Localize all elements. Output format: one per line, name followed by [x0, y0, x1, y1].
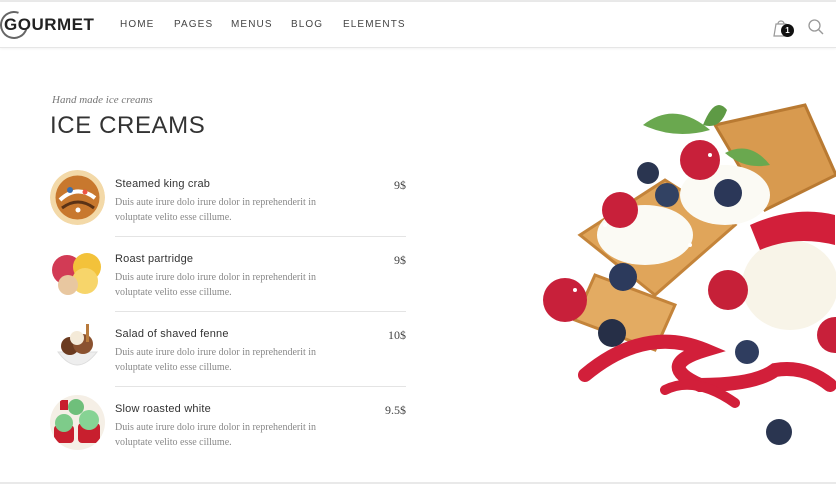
- divider: [115, 236, 406, 237]
- item-thumbnail: [50, 170, 105, 225]
- menu-item[interactable]: Roast partridge Duis aute irure dolo iru…: [50, 245, 406, 307]
- item-price: 10$: [388, 328, 406, 342]
- item-description: Duis aute irure dolo irure dolor in repr…: [115, 197, 317, 223]
- menu-item[interactable]: Salad of shaved fenne Duis aute irure do…: [50, 320, 406, 382]
- nav-item-home[interactable]: HOME: [120, 19, 174, 30]
- item-thumbnail: [50, 320, 105, 375]
- menu-item[interactable]: Slow roasted white Duis aute irure dolo …: [50, 395, 406, 457]
- cart-count-badge: 1: [781, 24, 794, 37]
- menu-item[interactable]: Steamed king crab Duis aute irure dolo i…: [50, 170, 406, 232]
- item-price: 9.5$: [385, 403, 406, 417]
- dessert-image: [535, 85, 836, 455]
- divider: [115, 311, 406, 312]
- item-thumbnail: [50, 245, 105, 300]
- item-name: Steamed king crab: [115, 178, 211, 190]
- nav-item-blog[interactable]: BLOG: [291, 19, 343, 30]
- divider: [115, 386, 406, 387]
- item-description: Duis aute irure dolo irure dolor in repr…: [115, 422, 317, 448]
- nav-item-elements[interactable]: ELEMENTS: [343, 19, 405, 30]
- site-header: GOURMET HOME PAGES MENUS BLOG ELEMENTS 1: [0, 2, 836, 48]
- logo[interactable]: GOURMET: [0, 6, 100, 44]
- main-nav: HOME PAGES MENUS BLOG ELEMENTS: [120, 19, 405, 30]
- nav-item-menus[interactable]: MENUS: [231, 19, 291, 30]
- item-name: Salad of shaved fenne: [115, 328, 229, 340]
- item-description: Duis aute irure dolo irure dolor in repr…: [115, 347, 317, 373]
- search-icon[interactable]: [807, 18, 825, 36]
- nav-item-pages[interactable]: PAGES: [174, 19, 231, 30]
- item-description: Duis aute irure dolo irure dolor in repr…: [115, 272, 317, 298]
- item-thumbnail: [50, 395, 105, 450]
- page-title: ICE CREAMS: [50, 112, 206, 139]
- item-name: Slow roasted white: [115, 403, 211, 415]
- item-price: 9$: [394, 253, 406, 267]
- item-name: Roast partridge: [115, 253, 194, 265]
- item-price: 9$: [394, 178, 406, 192]
- logo-text: GOURMET: [4, 15, 95, 34]
- section-subtitle: Hand made ice creams: [52, 94, 153, 106]
